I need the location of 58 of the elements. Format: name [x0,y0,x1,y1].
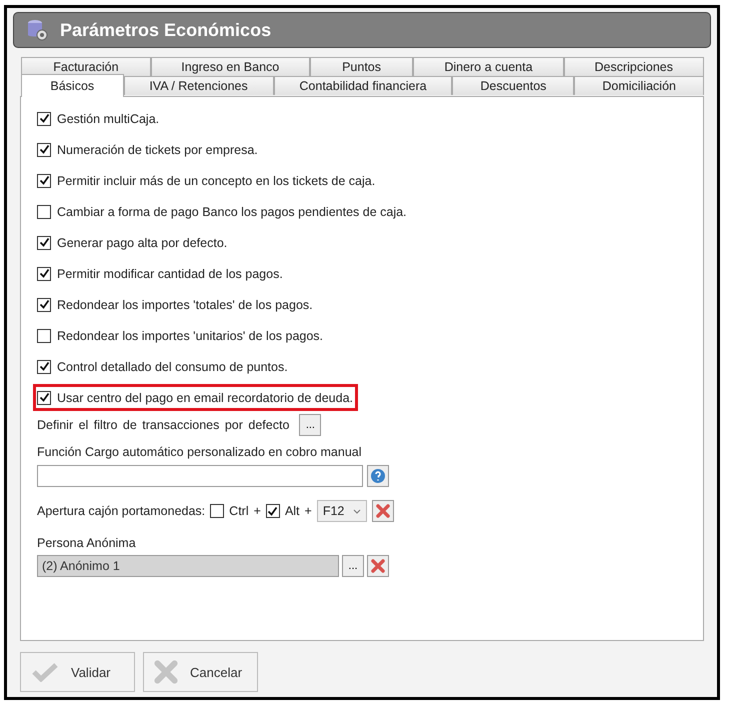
option-label: Gestión multiCaja. [57,112,160,126]
checkbox[interactable] [37,112,51,126]
checkbox[interactable] [37,142,51,156]
checkbox[interactable] [37,204,51,218]
checkbox[interactable] [210,504,224,518]
input-field[interactable]: (2) Anónimo 1 [37,555,339,577]
cancel-button[interactable]: Cancelar [143,652,258,692]
tab[interactable]: Contabilidad financiera [274,76,452,95]
browse-button[interactable]: ... [342,555,364,577]
option-label: Numeración de tickets por empresa. [57,142,258,156]
tab[interactable]: IVA / Retenciones [124,76,274,95]
tab[interactable]: Ingreso en Banco [150,57,310,76]
modifier-label: Ctrl [229,504,249,518]
field-label: Persona Anónima [37,536,137,550]
delete-icon [154,660,178,684]
key-dropdown[interactable]: F12 [316,500,367,522]
plus-sign: + [304,504,312,518]
option-label: Control detallado del consumo de puntos. [57,360,288,374]
validate-button[interactable]: Validar [20,652,135,692]
browse-button[interactable]: ... [299,414,322,436]
field-label: Función Cargo automático personalizado en cobro manual [37,445,362,459]
modifier-label: Alt [284,504,300,518]
option-label: Redondear los importes 'unitarios' de los pagos. [57,328,324,342]
option-label: Permitir incluir más de un concepto en los tickets de caja. [57,174,376,188]
help-icon [370,468,386,484]
checkbox[interactable] [37,328,51,342]
filter-label: Definir el filtro de transacciones por defecto [37,418,290,432]
input-field[interactable] [37,465,363,487]
checkbox[interactable] [266,504,280,518]
checkbox[interactable] [37,360,51,374]
plus-sign: + [254,504,261,518]
tab[interactable]: Descuentos [452,76,574,95]
clear-button[interactable] [367,555,389,577]
option-label: Cambiar a forma de pago Banco los pagos pendientes de caja. [57,204,407,218]
checkbox[interactable] [37,236,51,250]
tab[interactable]: Descripciones [564,57,704,76]
window-title: Parámetros Económicos [60,20,272,40]
option-label: Permitir modificar cantidad de los pagos. [57,266,283,280]
delete-icon [371,559,385,573]
tab[interactable]: Facturación [21,57,151,76]
checkbox[interactable] [37,174,51,188]
delete-icon [376,504,390,518]
option-label: Usar centro del pago en email recordatorio de deuda. [57,390,354,404]
tab[interactable]: Básicos [21,74,124,97]
tab[interactable]: Puntos [310,57,414,76]
database-gear-icon [26,19,48,41]
chevron-down-icon [352,508,361,514]
option-label: Generar pago alta por defecto. [57,236,228,250]
checkbox[interactable] [37,266,51,280]
help-button[interactable] [367,465,389,487]
checkbox[interactable] [37,390,51,404]
option-label: Redondear los importes 'totales' de los pagos. [57,298,313,312]
drawer-label: Apertura cajón portamonedas: [37,504,206,518]
tab[interactable]: Dinero a cuenta [413,57,564,76]
tab[interactable]: Domiciliación [574,76,704,95]
checkmark-icon [31,662,59,682]
checkbox[interactable] [37,298,51,312]
clear-button[interactable] [372,500,394,522]
